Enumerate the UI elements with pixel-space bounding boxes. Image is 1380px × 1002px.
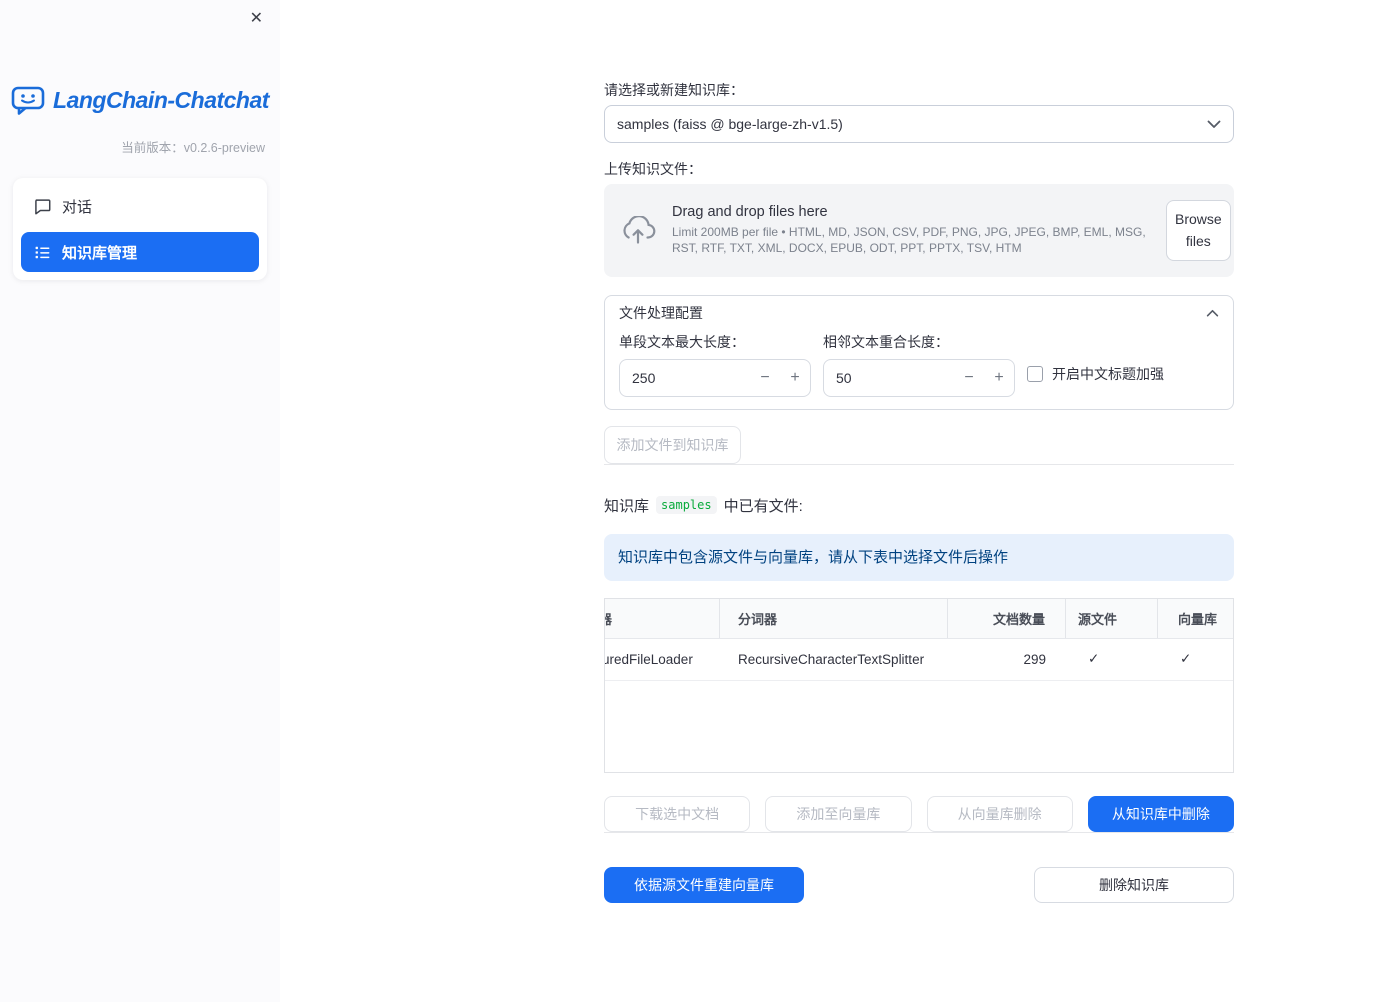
kb-bottom-actions: 依据源文件重建向量库 删除知识库 xyxy=(604,866,1234,903)
kb-selectbox[interactable]: samples (faiss @ bge-large-zh-v1.5) xyxy=(604,105,1234,143)
kb-selected-value: samples (faiss @ bge-large-zh-v1.5) xyxy=(617,116,843,132)
increment-button[interactable]: + xyxy=(780,360,810,396)
file-dropzone[interactable]: Drag and drop files here Limit 200MB per… xyxy=(604,184,1234,277)
sidebar-item-dialogue[interactable]: 对话 xyxy=(21,186,259,226)
kb-select-label: 请选择或新建知识库： xyxy=(604,82,744,98)
add-to-vector-store-button[interactable]: 添加至向量库 xyxy=(765,795,912,832)
expander-title: 文件处理配置 xyxy=(619,304,703,321)
kb-files-table: 器 分词器 文档数量 源文件 向量库 uredFileLoader Recurs… xyxy=(604,597,1234,773)
browse-files-button[interactable]: Browse files xyxy=(1166,200,1231,261)
header-cell-loader[interactable]: 器 xyxy=(605,598,720,638)
logo-chat-bubble-icon xyxy=(11,86,45,115)
dropzone-title: Drag and drop files here xyxy=(672,204,828,221)
zh-title-enhance-checkbox[interactable]: 开启中文标题加强 xyxy=(1027,334,1219,384)
sidebar-item-kb-management[interactable]: 知识库管理 xyxy=(21,232,259,272)
header-cell-vector-store[interactable]: 向量库 xyxy=(1158,599,1233,638)
overlap-size-input[interactable]: 50 − + xyxy=(823,358,1015,397)
chevron-up-icon xyxy=(1206,309,1219,317)
overlap-size-value: 50 xyxy=(836,369,852,386)
sidebar: ✕ LangChain-Chatchat 当前版本：v0.2.6-preview… xyxy=(0,0,280,1002)
kb-existing-files-text: 知识库 samples 中已有文件: xyxy=(604,495,1234,516)
list-icon xyxy=(34,244,51,261)
rebuild-vector-store-button[interactable]: 依据源文件重建向量库 xyxy=(604,866,804,903)
chunk-size-value: 250 xyxy=(632,369,656,386)
version-label: 当前版本：v0.2.6-preview xyxy=(121,141,265,155)
info-banner: 知识库中包含源文件与向量库，请从下表中选择文件后操作 xyxy=(604,533,1234,581)
chevron-down-icon xyxy=(1207,120,1221,129)
download-selected-button[interactable]: 下载选中文档 xyxy=(604,795,751,832)
dropzone-hint: Limit 200MB per file • HTML, MD, JSON, C… xyxy=(672,225,1146,256)
cell-splitter[interactable]: RecursiveCharacterTextSplitter xyxy=(720,639,948,680)
check-icon: ✓ xyxy=(1180,651,1192,667)
divider xyxy=(604,463,1234,465)
dropzone-text: Drag and drop files here Limit 200MB per… xyxy=(672,204,1150,256)
chat-bubble-icon xyxy=(34,198,51,215)
delete-from-vector-store-button[interactable]: 从向量库删除 xyxy=(926,795,1073,832)
header-cell-source-file[interactable]: 源文件 xyxy=(1066,598,1158,638)
sidebar-close-icon[interactable]: ✕ xyxy=(246,7,267,31)
delete-kb-button[interactable]: 删除知识库 xyxy=(1034,866,1234,903)
cloud-upload-icon xyxy=(620,216,656,244)
expander-header[interactable]: 文件处理配置 xyxy=(605,296,1233,330)
add-files-to-kb-button[interactable]: 添加文件到知识库 xyxy=(604,425,741,464)
kb-name-code: samples xyxy=(656,496,717,515)
sidebar-item-label: 知识库管理 xyxy=(62,244,138,262)
sidebar-item-label: 对话 xyxy=(62,198,93,216)
app-logo: LangChain-Chatchat xyxy=(0,86,280,115)
header-cell-splitter[interactable]: 分词器 xyxy=(720,598,948,638)
cell-doc-count[interactable]: 299 xyxy=(948,639,1066,680)
cell-loader[interactable]: uredFileLoader xyxy=(605,639,720,680)
overlap-size-label: 相邻文本重合长度： xyxy=(823,333,949,350)
kb-files-prefix: 知识库 xyxy=(604,497,650,515)
checkbox-label: 开启中文标题加强 xyxy=(1052,365,1164,382)
table-row[interactable]: uredFileLoader RecursiveCharacterTextSpl… xyxy=(605,639,1233,681)
main-content: 请选择或新建知识库： samples (faiss @ bge-large-zh… xyxy=(604,0,1234,903)
decrement-button[interactable]: − xyxy=(954,360,984,396)
header-cell-doc-count[interactable]: 文档数量 xyxy=(948,598,1066,638)
sidebar-menu: 对话 知识库管理 xyxy=(13,178,267,280)
increment-button[interactable]: + xyxy=(984,360,1014,396)
table-actions: 下载选中文档 添加至向量库 从向量库删除 从知识库中删除 xyxy=(604,795,1234,832)
logo-text: LangChain-Chatchat xyxy=(53,87,269,113)
expander-body: 单段文本最大长度： 250 − + 相邻文本重合长度： 50 − + 开启中文标… xyxy=(605,330,1233,409)
decrement-button[interactable]: − xyxy=(750,360,780,396)
check-icon: ✓ xyxy=(1088,651,1100,667)
cell-source-check[interactable]: ✓ xyxy=(1066,639,1158,680)
cell-vector-check[interactable]: ✓ xyxy=(1158,639,1233,680)
upload-files-label: 上传知识文件： xyxy=(604,161,702,177)
table-header-row: 器 分词器 文档数量 源文件 向量库 xyxy=(605,598,1233,639)
chunk-size-label: 单段文本最大长度： xyxy=(619,333,745,350)
delete-from-kb-button[interactable]: 从知识库中删除 xyxy=(1087,795,1234,832)
chunk-size-input[interactable]: 250 − + xyxy=(619,358,811,397)
checkbox-box[interactable] xyxy=(1027,365,1043,382)
file-config-expander: 文件处理配置 单段文本最大长度： 250 − + 相邻文本重合长度： 50 − … xyxy=(604,294,1234,410)
kb-files-suffix: 中已有文件: xyxy=(723,497,803,515)
divider xyxy=(604,831,1234,833)
